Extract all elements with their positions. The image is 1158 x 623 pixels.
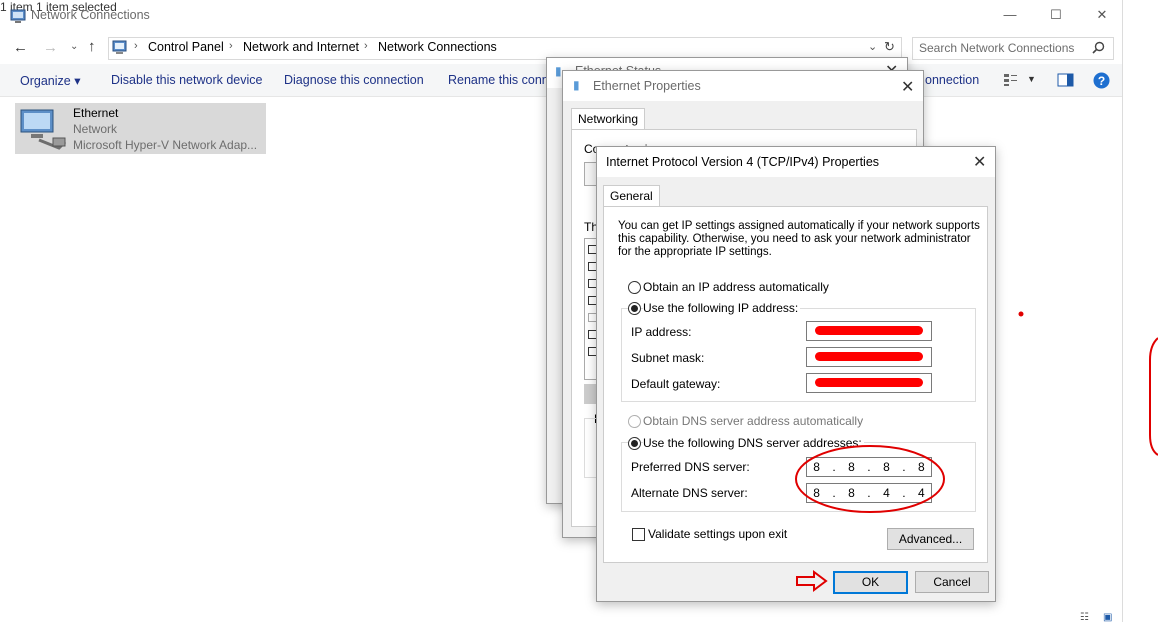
annotation-dot	[1018, 311, 1024, 317]
dns-highlight-ellipse	[795, 445, 945, 513]
ok-pointer-arrow-icon	[796, 570, 828, 592]
annotation-overlay	[795, 311, 1158, 592]
annotation-edge-curve	[1149, 337, 1158, 456]
